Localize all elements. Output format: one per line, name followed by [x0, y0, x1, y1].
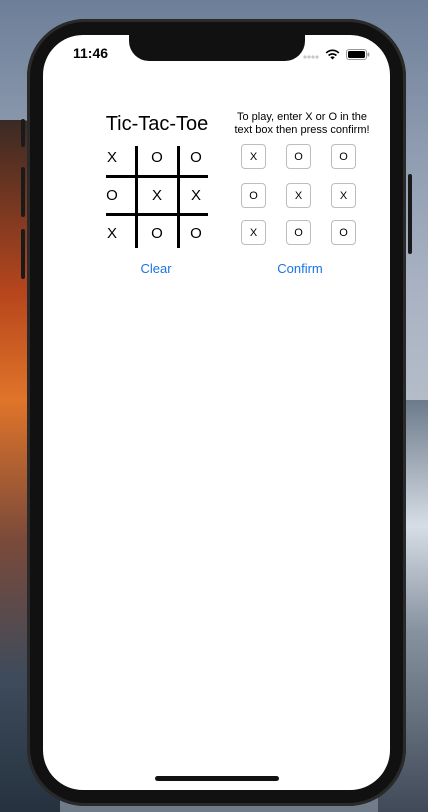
cell-input[interactable]	[241, 220, 266, 245]
board-cell: O	[106, 187, 118, 204]
phone-screen: 11:46 Tic-Tac-Toe X O O O X X X O O Clea…	[43, 35, 390, 790]
board-line-vertical-1	[135, 146, 138, 248]
tic-tac-toe-board: X O O O X X X O O	[106, 143, 208, 249]
signal-dots-icon	[303, 47, 319, 65]
board-cell: X	[106, 149, 117, 166]
cell-input[interactable]	[286, 144, 311, 169]
confirm-button[interactable]: Confirm	[272, 261, 328, 276]
power-button	[408, 174, 412, 254]
cell-input[interactable]	[286, 183, 311, 208]
board-cell: X	[151, 187, 162, 204]
volume-up-button	[21, 167, 25, 217]
board-cell: X	[190, 187, 201, 204]
mute-switch	[21, 119, 25, 147]
status-icons	[303, 47, 370, 65]
cell-input[interactable]	[331, 144, 356, 169]
instructions-text: To play, enter X or O in the text box th…	[234, 111, 370, 136]
cell-input[interactable]	[286, 220, 311, 245]
battery-icon	[346, 47, 370, 65]
game-title: Tic-Tac-Toe	[105, 113, 209, 135]
volume-down-button	[21, 229, 25, 279]
cell-input[interactable]	[331, 220, 356, 245]
wifi-icon	[325, 47, 340, 65]
status-time: 11:46	[73, 45, 109, 61]
board-line-horizontal-2	[106, 213, 208, 216]
board-line-horizontal-1	[106, 175, 208, 178]
cell-input[interactable]	[331, 183, 356, 208]
clear-button[interactable]: Clear	[133, 261, 179, 276]
board-line-vertical-2	[177, 146, 180, 248]
cell-input[interactable]	[241, 144, 266, 169]
board-cell: O	[151, 225, 163, 242]
board-cell: O	[190, 149, 202, 166]
board-cell: O	[190, 225, 202, 242]
home-indicator[interactable]	[155, 776, 279, 781]
board-cell: O	[151, 149, 163, 166]
cell-input[interactable]	[241, 183, 266, 208]
board-cell: X	[106, 225, 117, 242]
notch	[129, 35, 305, 61]
